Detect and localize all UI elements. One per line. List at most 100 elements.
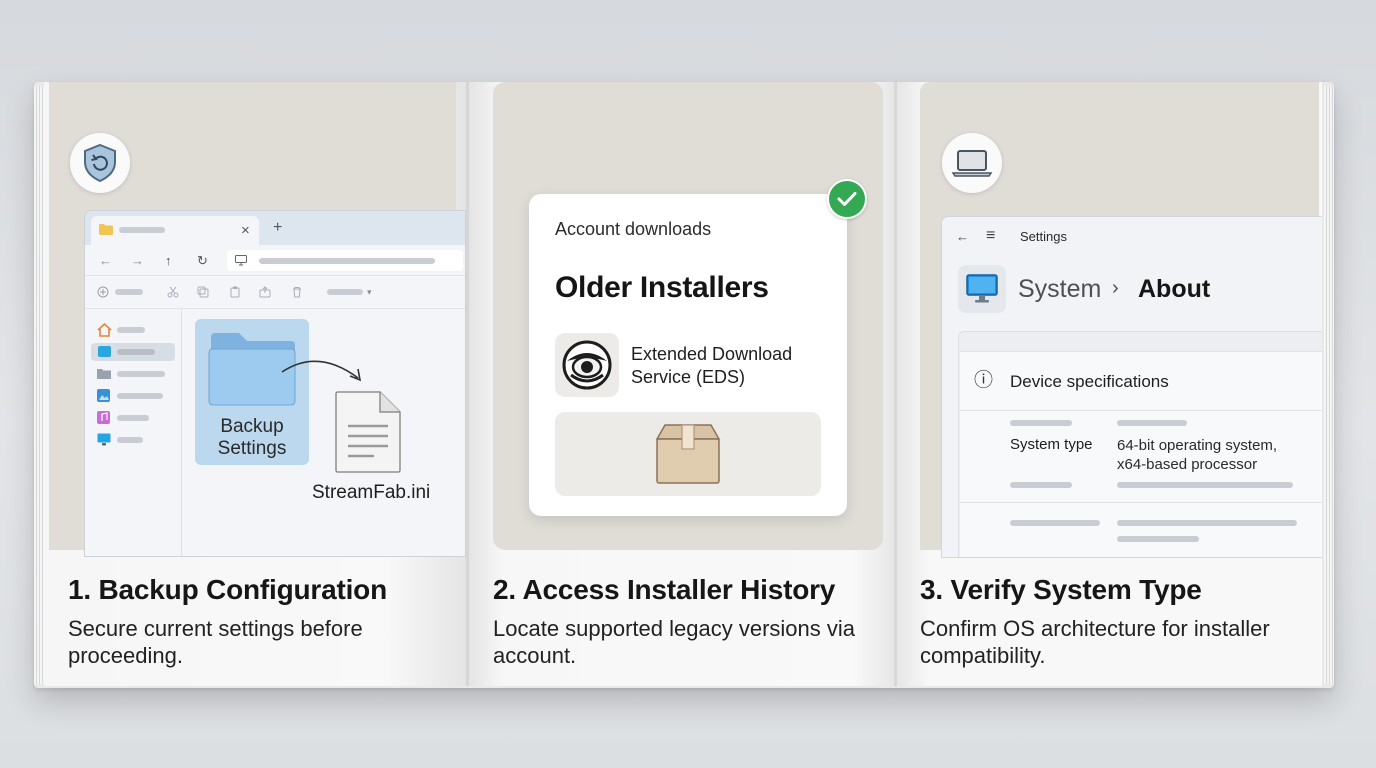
sidebar-label-placeholder <box>117 415 149 421</box>
sidebar-label-placeholder <box>117 393 163 399</box>
page-fold <box>894 82 897 686</box>
folder-label-line1: Backup <box>220 416 284 437</box>
system-type-value: 64-bit operating system, x64-based proce… <box>1117 436 1317 474</box>
sidebar-item-documents[interactable] <box>91 365 175 383</box>
installer-package-tile[interactable] <box>555 412 821 496</box>
device-specifications-title: Device specifications <box>1010 372 1169 391</box>
eds-service-name[interactable]: Extended Download Service (EDS) <box>631 343 831 389</box>
paste-icon[interactable] <box>229 286 241 298</box>
laptop-badge <box>942 133 1002 193</box>
older-installers-heading: Older Installers <box>555 271 769 304</box>
package-box-icon <box>655 424 721 484</box>
explorer-nav-bar: ← → ↑ ↻ <box>85 245 465 276</box>
new-tab-icon[interactable]: + <box>273 220 282 236</box>
home-icon <box>97 323 112 337</box>
page-fold <box>466 82 469 686</box>
pictures-icon <box>97 389 110 402</box>
system-type-value-line2: x64-based processor <box>1117 456 1258 473</box>
explorer-tab-bar: × + <box>85 211 465 245</box>
account-downloads-label: Account downloads <box>555 219 712 239</box>
eds-logo-icon <box>562 340 612 390</box>
spec-label-placeholder <box>1010 420 1072 426</box>
shield-restore-icon <box>84 143 116 183</box>
eds-app-icon[interactable] <box>555 333 619 397</box>
sort-label-placeholder <box>327 289 363 295</box>
back-arrow-icon[interactable]: ← <box>956 230 969 244</box>
spec-value-placeholder <box>1117 420 1187 426</box>
eds-name-line2: Service (EDS) <box>631 367 746 387</box>
address-bar[interactable] <box>227 250 463 271</box>
sidebar-label-placeholder <box>117 371 165 377</box>
breadcrumb-system[interactable]: System <box>1018 275 1101 304</box>
step-2-description: Locate supported legacy versions via acc… <box>493 616 855 668</box>
explorer-command-bar: ▾ <box>85 276 465 309</box>
sidebar-item-music[interactable] <box>91 409 175 427</box>
info-icon: ⓘ <box>974 370 994 391</box>
settings-window: ← ≡ Settings System › About ⓘ Device spe… <box>941 216 1322 558</box>
system-type-value-line1: 64-bit operating system, <box>1117 437 1278 454</box>
sidebar-label-placeholder <box>117 437 143 443</box>
spec-value-placeholder <box>1117 520 1297 526</box>
forward-arrow-icon[interactable]: → <box>131 254 144 268</box>
system-type-label: System type <box>1010 436 1093 453</box>
new-label-placeholder <box>115 289 143 295</box>
computer-icon <box>97 433 111 446</box>
up-arrow-icon[interactable]: ↑ <box>165 254 172 268</box>
sidebar-item-desktop[interactable] <box>91 343 175 361</box>
step-1-description: Secure current settings before proceedin… <box>68 616 363 668</box>
sidebar-label-placeholder <box>117 327 145 333</box>
sidebar-item-this-pc[interactable] <box>91 431 175 449</box>
refresh-icon[interactable]: ↻ <box>197 254 208 268</box>
music-icon <box>97 411 110 424</box>
delete-icon[interactable] <box>291 286 303 298</box>
file-name-label: StreamFab.ini <box>312 482 431 503</box>
new-item-icon[interactable] <box>97 286 109 298</box>
monitor-icon <box>966 274 998 303</box>
chevron-down-icon[interactable]: ▾ <box>367 285 372 299</box>
spec-value-placeholder <box>1117 482 1293 488</box>
check-icon <box>837 192 857 206</box>
tab-title-placeholder <box>119 227 165 233</box>
documents-folder-icon <box>97 369 111 379</box>
desktop-icon <box>98 346 111 357</box>
cut-icon[interactable] <box>167 286 179 298</box>
eds-name-line1: Extended Download <box>631 344 793 364</box>
step-2-title: 2. Access Installer History <box>493 574 836 605</box>
ini-file-icon <box>335 391 401 473</box>
step-3-description: Confirm OS architecture for installer co… <box>920 616 1270 668</box>
backup-settings-folder[interactable]: Backup Settings <box>195 319 309 465</box>
sidebar-item-home[interactable] <box>91 321 175 339</box>
breadcrumb-separator-icon: › <box>1112 277 1119 299</box>
laptop-icon <box>952 150 992 177</box>
backup-arrow <box>281 360 362 382</box>
copy-icon[interactable] <box>197 286 209 298</box>
spec-label-placeholder <box>1010 482 1072 488</box>
older-installers-card: Account downloads Older Installers Exten… <box>529 194 847 516</box>
folder-label-line2: Settings <box>217 438 287 459</box>
spec-value-placeholder <box>1117 536 1199 542</box>
system-icon-tile <box>958 265 1006 313</box>
share-icon[interactable] <box>259 286 271 298</box>
menu-icon[interactable]: ≡ <box>986 228 995 244</box>
breadcrumb-about: About <box>1138 275 1211 303</box>
settings-title-bar: ← ≡ Settings <box>942 225 1322 249</box>
explorer-sidebar <box>85 309 182 556</box>
back-arrow-icon[interactable]: ← <box>99 254 112 268</box>
success-check-badge <box>827 179 867 219</box>
file-explorer-window: × + ← → ↑ ↻ ▾ Backup Settings <box>84 210 466 557</box>
device-specifications-header[interactable]: ⓘ Device specifications <box>960 352 1322 411</box>
settings-window-title: Settings <box>1020 229 1067 244</box>
shield-restore-badge <box>70 133 130 193</box>
sidebar-label-placeholder <box>117 349 155 355</box>
close-tab-icon[interactable]: × <box>241 223 250 238</box>
step-1-title: 1. Backup Configuration <box>68 574 387 605</box>
spec-label-placeholder <box>1010 520 1100 526</box>
monitor-icon <box>235 255 247 266</box>
device-specifications-card: ⓘ Device specifications System type 64-b… <box>960 351 1322 557</box>
folder-icon <box>99 224 113 235</box>
step-3-title: 3. Verify System Type <box>920 574 1202 605</box>
sidebar-item-pictures[interactable] <box>91 387 175 405</box>
explorer-tab[interactable]: × <box>91 216 259 245</box>
spec-divider <box>960 502 1322 503</box>
address-placeholder <box>259 258 435 264</box>
